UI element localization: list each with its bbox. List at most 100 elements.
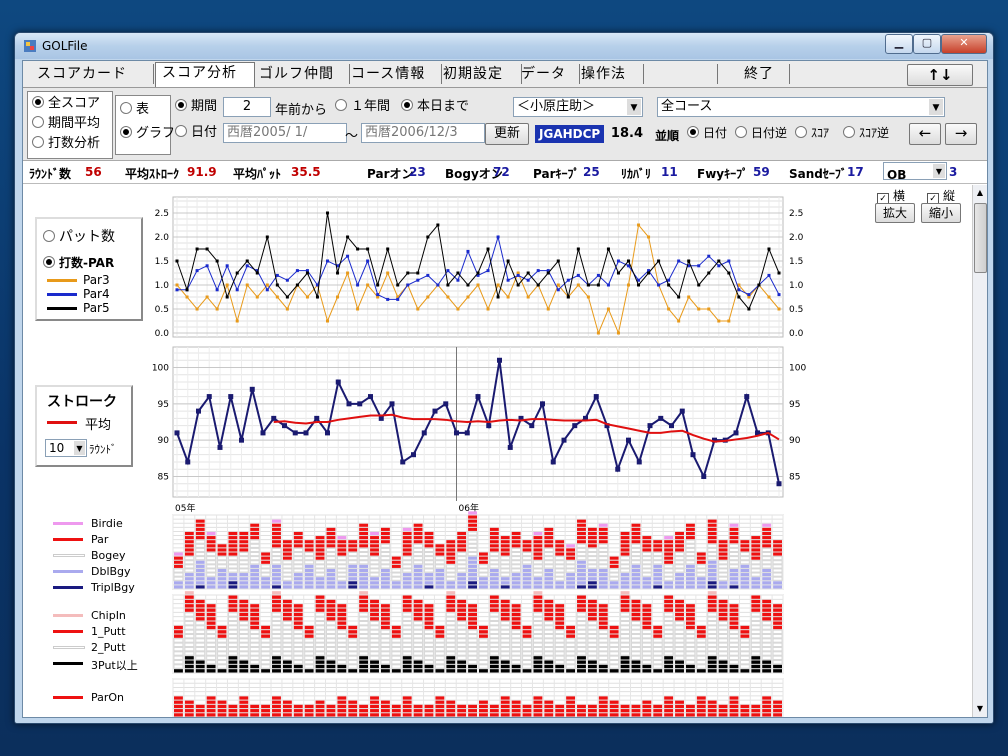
tab-course-info[interactable]: コース情報	[345, 64, 442, 84]
radio-stroke-analysis[interactable]: 打数分析	[32, 136, 100, 152]
tab-data[interactable]: データ	[515, 64, 580, 84]
putt-distribution-cell	[195, 642, 206, 647]
score-distribution-cell	[653, 573, 663, 577]
years-stepper[interactable]: 2	[223, 97, 271, 117]
putt-distribution-cell	[228, 595, 238, 599]
radio-one-year[interactable]: １年間	[335, 99, 390, 115]
sort-order-button[interactable]: ↑↓	[907, 64, 973, 86]
putt-distribution-cell	[293, 669, 303, 673]
radio-period[interactable]: 期間	[175, 99, 217, 115]
radio-sort-date-rev[interactable]: 日付逆	[735, 125, 787, 141]
data-point	[687, 259, 691, 263]
paron-distribution-cell	[631, 704, 641, 709]
score-distribution-cell	[587, 527, 597, 531]
putt-distribution-cell	[685, 669, 695, 673]
putt-distribution-cell	[772, 634, 783, 639]
putt-distribution-cell	[227, 642, 238, 647]
score-distribution-cell	[707, 540, 717, 544]
from-date-field[interactable]: 西暦2005/ 1/	[223, 123, 347, 143]
radio-date[interactable]: 日付	[175, 125, 217, 141]
prev-button[interactable]: ←	[909, 123, 941, 145]
vertical-scrollbar[interactable]: ▲ ▼	[972, 185, 987, 717]
score-distribution-cell	[576, 543, 587, 548]
putt-distribution-cell	[272, 608, 281, 612]
radio-until-today[interactable]: 本日まで	[401, 99, 469, 115]
score-distribution-cell	[424, 564, 434, 569]
score-distribution-cell	[511, 556, 522, 561]
score-distribution-cell	[554, 568, 565, 573]
score-distribution-cell	[336, 576, 347, 581]
scroll-down-icon[interactable]: ▼	[974, 702, 986, 716]
tab-initial-settings[interactable]: 初期設定	[437, 64, 522, 84]
score-distribution-cell	[195, 519, 205, 523]
score-distribution-cell	[282, 576, 293, 581]
paron-distribution-cell	[174, 704, 183, 709]
maximize-button[interactable]: ▢	[913, 34, 941, 54]
putt-distribution-cell	[413, 647, 424, 652]
scroll-up-icon[interactable]: ▲	[974, 186, 986, 200]
radio-table[interactable]: 表	[120, 102, 149, 118]
putt-distribution-cell	[500, 651, 511, 656]
data-point	[506, 295, 510, 299]
putt-distribution-cell	[174, 630, 183, 634]
putt-distribution-cell	[729, 634, 739, 639]
score-distribution-cell	[348, 548, 358, 552]
to-date-field[interactable]: 西暦2006/12/3	[361, 123, 485, 143]
score-distribution-cell	[489, 544, 499, 548]
putt-distribution-cell	[369, 642, 380, 647]
radio-all-scores[interactable]: 全スコア	[32, 96, 100, 112]
score-distribution-cell	[359, 568, 369, 573]
score-distribution-cell	[370, 585, 379, 589]
tab-score-analysis[interactable]: スコア分析	[155, 62, 255, 87]
putt-distribution-cell	[587, 625, 598, 630]
putt-distribution-cell	[380, 642, 391, 647]
putt-distribution-cell	[195, 604, 205, 608]
tab-blank[interactable]	[645, 64, 718, 84]
close-button[interactable]: ✕	[941, 34, 987, 54]
minimize-button[interactable]: ▁	[885, 34, 913, 54]
paron-distribution-cell	[762, 709, 772, 713]
maximize-icon: ▢	[921, 36, 933, 49]
tab-exit[interactable]: 終了	[729, 64, 790, 84]
stat-select[interactable]: OB ▼	[883, 162, 947, 180]
score-distribution-cell	[380, 531, 390, 536]
paron-distribution-cell	[391, 704, 401, 709]
score-distribution-cell	[718, 540, 728, 544]
title-bar[interactable]: GOLFile ▁ ▢ ✕	[15, 33, 993, 59]
putt-distribution-cell	[707, 599, 717, 604]
putt-distribution-cell	[261, 630, 271, 634]
score-distribution-cell	[544, 527, 554, 531]
score-distribution-cell	[326, 527, 336, 531]
radio-sort-score-rev[interactable]: ｽｺｱ逆	[843, 125, 889, 141]
score-distribution-cell	[326, 573, 336, 577]
putt-distribution-cell	[533, 599, 543, 604]
course-select[interactable]: 全コース ▼	[657, 97, 945, 117]
putt-distribution-cell	[620, 591, 630, 595]
score-distribution-cell	[282, 540, 292, 544]
radio-sort-score[interactable]: ｽｺｱ	[795, 125, 829, 141]
scroll-thumb[interactable]	[974, 203, 987, 273]
score-distribution-cell	[227, 568, 238, 573]
radio-sort-date[interactable]: 日付	[687, 125, 727, 141]
next-button[interactable]: →	[945, 123, 977, 145]
tab-scorecard[interactable]: スコアカード	[31, 64, 154, 84]
paron-distribution-cell	[293, 704, 303, 709]
score-distribution-cell	[500, 552, 510, 556]
tab-golf-friends[interactable]: ゴルフ仲間	[253, 64, 350, 84]
player-select[interactable]: ＜小原庄助＞ ▼	[513, 97, 643, 117]
putt-distribution-cell	[554, 634, 565, 639]
update-button[interactable]: 更新	[485, 123, 529, 145]
score-distribution-cell	[739, 556, 750, 561]
score-distribution-cell	[402, 531, 412, 536]
paron-distribution-cell	[174, 713, 183, 717]
radio-graph[interactable]: グラフ	[120, 126, 175, 142]
putt-distribution-cell	[631, 608, 641, 612]
putt-distribution-cell	[653, 630, 663, 634]
putt-distribution-cell	[380, 634, 391, 639]
radio-period-avg[interactable]: 期間平均	[32, 116, 100, 132]
score-distribution-cell	[217, 560, 227, 565]
putt-distribution-cell	[532, 638, 543, 643]
putt-distribution-cell	[271, 616, 282, 621]
tab-how-to[interactable]: 操作法	[575, 64, 644, 84]
data-point	[265, 283, 269, 287]
